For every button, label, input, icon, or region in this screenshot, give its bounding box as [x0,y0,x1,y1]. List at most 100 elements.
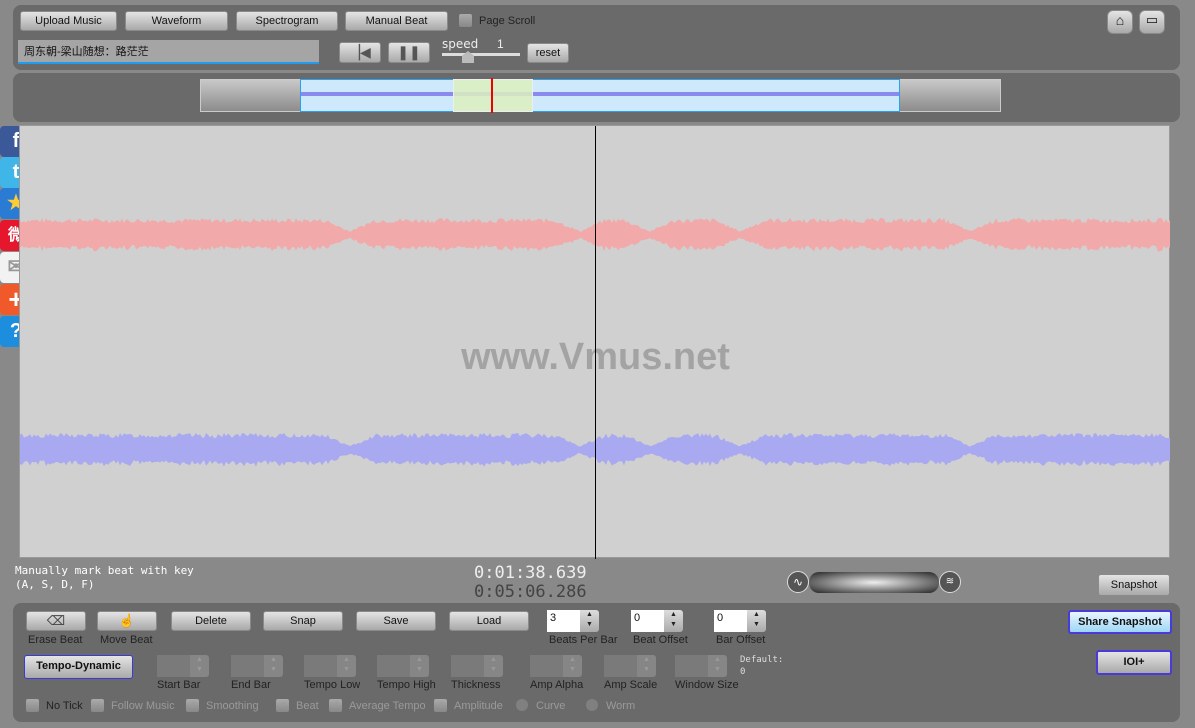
stepper-arrows-icon[interactable]: ▲ ▼ [747,610,766,632]
waveform-canvas[interactable]: www.Vmus.net [19,125,1170,559]
stepper-arrows-icon: ▲ ▼ [264,655,283,677]
snap-button[interactable]: Snap [263,611,343,631]
current-time: 0:01:38.639 [474,563,587,583]
load-button[interactable]: Load [449,611,529,631]
tempo-dynamic-button[interactable]: Tempo-Dynamic [24,655,133,679]
hint-line-1: Manually mark beat with key [15,564,194,577]
tempo-field-value [377,655,410,677]
beats-per-bar-stepper[interactable]: 3 ▲ ▼ [547,610,599,632]
stepper-arrows-icon: ▲ ▼ [410,655,429,677]
spectrum-mode-icon[interactable]: ≋ [939,571,961,593]
stepper-arrows-icon[interactable]: ▲ ▼ [580,610,599,632]
tempo-field-value [530,655,563,677]
option-radio[interactable] [516,699,528,711]
overview-window[interactable] [453,79,533,112]
tempo-field-label: Window Size [675,679,739,691]
hand-icon: ☝ [118,613,136,628]
bar-offset-value[interactable]: 0 [714,610,747,632]
fullscreen-button[interactable]: ▭ [1139,10,1165,34]
rewind-button[interactable]: ▕◀ [339,42,381,63]
beat-offset-stepper[interactable]: 0 ▲ ▼ [631,610,683,632]
beats-per-bar-value[interactable]: 3 [547,610,580,632]
default-label: Default: [740,655,784,665]
pause-button[interactable]: ❚❚ [388,42,430,63]
home-button[interactable]: ⌂ [1107,10,1133,34]
bar-offset-stepper[interactable]: 0 ▲ ▼ [714,610,766,632]
stepper-arrows-icon: ▲ ▼ [708,655,727,677]
move-beat-button[interactable]: ☝ [97,611,157,631]
beat-offset-value[interactable]: 0 [631,610,664,632]
stepper-arrows-icon: ▲ ▼ [637,655,656,677]
option-label: Average Tempo [349,700,426,712]
option-label: Follow Music [111,700,175,712]
home-icon: ⌂ [1115,12,1125,28]
option-label: Beat [296,700,319,712]
upload-music-button[interactable]: Upload Music [20,11,117,31]
beat-offset-label: Beat Offset [633,634,688,646]
erase-beat-label: Erase Beat [28,634,83,646]
reset-button[interactable]: reset [527,43,569,63]
option-checkbox[interactable]: ✓ [329,699,342,712]
speed-slider[interactable] [442,53,520,56]
tempo-field-label: Start Bar [157,679,201,691]
tempo-field-stepper: ▲ ▼ [530,655,582,677]
waveform-button[interactable]: Waveform [125,11,228,31]
tempo-field-label: Amp Alpha [530,679,584,691]
playhead-line [595,126,596,559]
tempo-field-label: Tempo High [377,679,436,691]
manual-beat-button[interactable]: Manual Beat [345,11,448,31]
tempo-field-value [604,655,637,677]
snapshot-button[interactable]: Snapshot [1098,574,1170,596]
option-label: Smoothing [206,700,259,712]
tempo-field-label: Tempo Low [304,679,361,691]
tempo-field-value [231,655,264,677]
move-beat-label: Move Beat [100,634,153,646]
screen-icon: ▭ [1145,12,1159,27]
tempo-field-stepper: ▲ ▼ [675,655,727,677]
waveform-mode-icon[interactable]: ∿ [787,571,809,593]
option-label: Worm [606,700,636,712]
tempo-field-stepper: ▲ ▼ [157,655,209,677]
song-title-field[interactable]: 周东朝-梁山随想：路茫茫 [18,40,319,64]
save-button[interactable]: Save [356,611,436,631]
option-label: No Tick [46,700,83,712]
stepper-arrows-icon[interactable]: ▲ ▼ [664,610,683,632]
option-radio[interactable] [586,699,598,711]
option-checkbox[interactable]: ✓ [276,699,289,712]
tempo-field-label: End Bar [231,679,271,691]
hint-line-2: (A, S, D, F) [15,578,95,591]
page-scroll-checkbox[interactable] [459,14,472,27]
tempo-field-stepper: ▲ ▼ [231,655,283,677]
tempo-field-value [304,655,337,677]
erase-beat-button[interactable]: ⌫ [26,611,86,631]
option-label: Amplitude [454,700,503,712]
stepper-arrows-icon: ▲ ▼ [484,655,503,677]
tempo-field-stepper: ▲ ▼ [451,655,503,677]
option-checkbox[interactable]: ✓ [434,699,447,712]
tempo-field-label: Thickness [451,679,501,691]
stepper-arrows-icon: ▲ ▼ [190,655,209,677]
option-checkbox[interactable] [26,699,39,712]
speed-label: speed [442,37,479,51]
eraser-icon: ⌫ [46,613,66,628]
bar-offset-label: Bar Offset [716,634,766,646]
spectrogram-button[interactable]: Spectrogram [236,11,338,31]
delete-button[interactable]: Delete [171,611,251,631]
mix-slider[interactable] [809,572,939,593]
option-label: Curve [536,700,566,712]
tempo-field-value [157,655,190,677]
option-checkbox[interactable]: ✓ [186,699,199,712]
tempo-field-stepper: ▲ ▼ [377,655,429,677]
beats-per-bar-label: Beats Per Bar [549,634,618,646]
pause-icon: ❚❚ [397,44,421,60]
tempo-field-stepper: ▲ ▼ [304,655,356,677]
total-time: 0:05:06.286 [474,582,587,602]
overview-waveform [301,92,899,96]
overview-playhead[interactable] [491,78,493,113]
tempo-field-stepper: ▲ ▼ [604,655,656,677]
ioi-button[interactable]: IOI+ [1096,650,1172,675]
tempo-field-value [451,655,484,677]
share-snapshot-button[interactable]: Share Snapshot [1068,610,1172,634]
stepper-arrows-icon: ▲ ▼ [563,655,582,677]
option-checkbox[interactable] [91,699,104,712]
